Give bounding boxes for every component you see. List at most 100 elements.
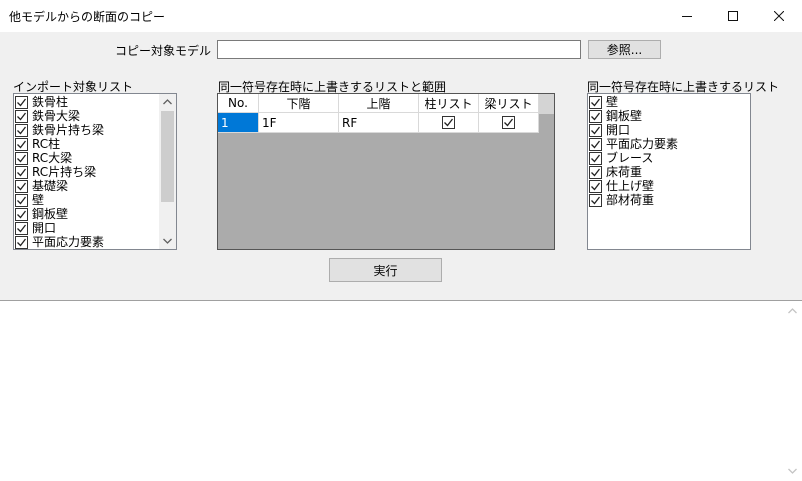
cell-upper-floor[interactable]: RF <box>339 113 419 133</box>
column-header-column-list[interactable]: 柱リスト <box>419 94 479 113</box>
column-header-lower[interactable]: 下階 <box>259 94 339 113</box>
checkbox[interactable] <box>15 123 28 137</box>
check-icon <box>591 154 601 162</box>
checkbox-label: 鉄骨片持ち梁 <box>32 123 105 137</box>
checkbox[interactable] <box>589 151 602 165</box>
copy-model-input[interactable] <box>217 40 581 59</box>
checkbox-label: RC大梁 <box>32 151 73 165</box>
maximize-icon <box>728 11 738 21</box>
output-scrollbar[interactable] <box>784 301 801 481</box>
checkbox[interactable] <box>589 179 602 193</box>
checkbox[interactable] <box>15 193 28 207</box>
checkbox[interactable] <box>589 165 602 179</box>
chevron-up-icon <box>163 99 172 105</box>
import-list-item[interactable]: 壁 <box>15 193 44 207</box>
checkbox[interactable] <box>15 151 28 165</box>
chevron-down-icon <box>163 238 172 244</box>
beam-list-checkbox[interactable] <box>502 116 515 129</box>
import-list-item[interactable]: RC片持ち梁 <box>15 165 96 179</box>
column-header-upper[interactable]: 上階 <box>339 94 419 113</box>
cell-no[interactable]: 1 <box>218 113 259 133</box>
checkbox-label: 開口 <box>606 123 631 137</box>
overwrite-list-item[interactable]: 床荷重 <box>589 165 642 179</box>
checkbox[interactable] <box>15 235 28 249</box>
check-icon <box>17 126 27 134</box>
check-icon <box>17 140 27 148</box>
minimize-icon <box>682 16 692 17</box>
checkbox[interactable] <box>589 137 602 151</box>
import-list-item[interactable]: 鉄骨大梁 <box>15 109 80 123</box>
import-list-item[interactable]: 平面応力要素 <box>15 235 104 249</box>
checkbox-label: 鉄骨柱 <box>32 95 69 109</box>
import-list-item[interactable]: 鉄骨柱 <box>15 95 68 109</box>
checkbox[interactable] <box>589 193 602 207</box>
checkbox-label: 鋼板壁 <box>606 109 643 123</box>
scroll-down-button[interactable] <box>159 233 176 249</box>
checkbox[interactable] <box>15 207 28 221</box>
checkbox[interactable] <box>15 165 28 179</box>
checkbox[interactable] <box>589 123 602 137</box>
cell-beam-list[interactable] <box>479 113 539 133</box>
checkbox[interactable] <box>589 95 602 109</box>
cell-column-list[interactable] <box>419 113 479 133</box>
title-bar: 他モデルからの断面のコピー <box>0 0 802 32</box>
checkbox-label: RC柱 <box>32 137 61 151</box>
copy-model-label: コピー対象モデル <box>115 44 212 58</box>
import-list-item[interactable]: RC大梁 <box>15 151 72 165</box>
checkbox[interactable] <box>15 95 28 109</box>
overwrite-list-item[interactable]: 壁 <box>589 95 618 109</box>
window-title: 他モデルからの断面のコピー <box>9 10 166 24</box>
overwrite-list-item[interactable]: ブレース <box>589 151 653 165</box>
overwrite-list-item[interactable]: 鋼板壁 <box>589 109 642 123</box>
checkbox-label: ブレース <box>606 151 654 165</box>
import-list-item[interactable]: 基礎梁 <box>15 179 68 193</box>
check-icon <box>17 224 27 232</box>
checkbox-label: RC片持ち梁 <box>32 165 97 179</box>
overwrite-list-item[interactable]: 部材荷重 <box>589 193 654 207</box>
output-pane[interactable] <box>0 300 802 481</box>
overwrite-list-item[interactable]: 平面応力要素 <box>589 137 678 151</box>
chevron-down-icon <box>788 468 797 474</box>
checkbox-label: 平面応力要素 <box>32 235 105 249</box>
maximize-button[interactable] <box>710 0 756 32</box>
column-header-no[interactable]: No. <box>218 94 259 113</box>
check-icon <box>591 182 601 190</box>
chevron-up-icon <box>788 308 797 314</box>
run-button[interactable]: 実行 <box>329 258 442 282</box>
checkbox[interactable] <box>15 137 28 151</box>
close-button[interactable] <box>756 0 802 32</box>
output-scroll-up-button[interactable] <box>784 303 801 319</box>
output-scroll-down-button[interactable] <box>784 463 801 479</box>
check-icon <box>17 210 27 218</box>
check-icon <box>591 126 601 134</box>
checkbox[interactable] <box>589 109 602 123</box>
scroll-up-button[interactable] <box>159 94 176 110</box>
check-icon <box>17 112 27 120</box>
overwrite-list-item[interactable]: 仕上げ壁 <box>589 179 654 193</box>
overwrite-list-item[interactable]: 開口 <box>589 123 630 137</box>
checkbox-label: 鉄骨大梁 <box>32 109 81 123</box>
import-list-scrollbar[interactable] <box>159 94 176 249</box>
checkbox[interactable] <box>15 109 28 123</box>
browse-button[interactable]: 参照... <box>588 40 661 59</box>
cell-lower-floor[interactable]: 1F <box>259 113 339 133</box>
checkbox-label: 鋼板壁 <box>32 207 69 221</box>
column-list-checkbox[interactable] <box>442 116 455 129</box>
import-list-item[interactable]: 鉄骨片持ち梁 <box>15 123 104 137</box>
import-list[interactable]: 鉄骨柱 鉄骨大梁 鉄骨片持ち梁 RC柱 RC大梁 RC片持ち梁 基礎梁壁鋼板壁 開口 平面応力要… <box>13 93 177 250</box>
check-icon <box>591 196 601 204</box>
checkbox[interactable] <box>15 179 28 193</box>
close-icon <box>774 11 784 21</box>
check-icon <box>591 98 601 106</box>
scroll-thumb[interactable] <box>161 111 174 202</box>
import-list-item[interactable]: 開口 <box>15 221 56 235</box>
overwrite-range-grid[interactable]: No. 下階 上階 柱リスト 梁リスト 1 1F RF <box>217 93 555 250</box>
overwrite-list[interactable]: 壁鋼板壁 開口 平面応力要素 ブレース 床荷重 仕上げ壁 部材荷重 <box>587 93 751 250</box>
import-list-item[interactable]: 鋼板壁 <box>15 207 68 221</box>
import-list-item[interactable]: RC柱 <box>15 137 60 151</box>
minimize-button[interactable] <box>664 0 710 32</box>
check-icon <box>17 168 27 176</box>
checkbox-label: 床荷重 <box>606 165 643 179</box>
checkbox[interactable] <box>15 221 28 235</box>
column-header-beam-list[interactable]: 梁リスト <box>479 94 539 113</box>
